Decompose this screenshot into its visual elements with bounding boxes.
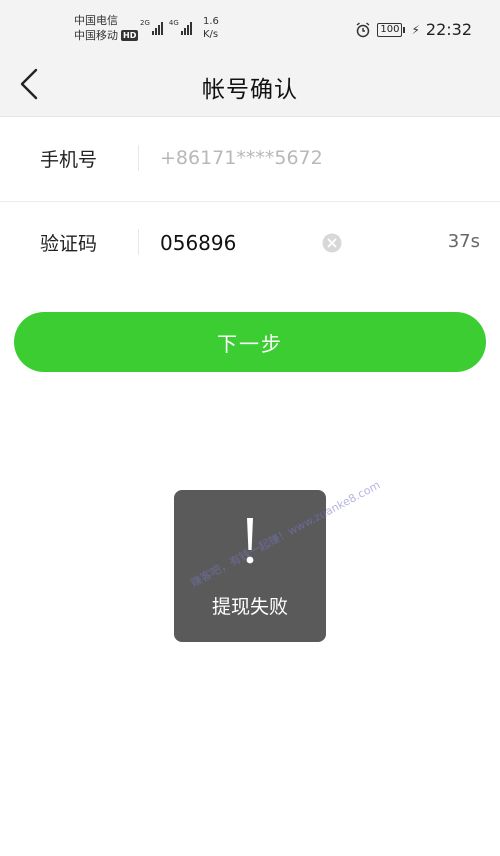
speed-value: 1.6	[203, 16, 219, 27]
carrier-info: 中国电信 中国移动 HD	[74, 13, 139, 43]
speed-unit: K/s	[203, 29, 219, 40]
status-bar: 中国电信 中国移动 HD 2G 4G 1.6 K/s 100 ⚡ 22:32	[0, 0, 500, 54]
hd-badge: HD	[121, 30, 139, 41]
charging-icon: ⚡	[411, 22, 420, 37]
network-speed: 1.6 K/s	[203, 15, 219, 41]
watermark-text: 赚客吧，有钱一起赚！www.zuanke8.com	[188, 478, 383, 590]
exclamation-icon	[246, 518, 254, 564]
resend-countdown: 37s	[447, 231, 480, 252]
signal-indicators: 2G 4G	[140, 19, 192, 35]
error-toast: 赚客吧，有钱一起赚！www.zuanke8.com 提现失败	[174, 478, 382, 642]
phone-label: 手机号	[40, 149, 98, 171]
alarm-icon	[356, 21, 370, 37]
code-label: 验证码	[40, 233, 98, 255]
nav-header: 帐号确认	[0, 54, 500, 117]
clear-circle-icon[interactable]	[322, 233, 342, 253]
battery-level: 100	[377, 22, 403, 37]
next-step-button[interactable]: 下一步	[14, 312, 486, 372]
signal-icon: 2G	[140, 19, 163, 35]
network-1-label: 2G	[140, 19, 150, 27]
toast-message: 提现失败	[211, 596, 288, 618]
status-right-group: 100 ⚡ 22:32	[355, 20, 472, 39]
row-divider	[138, 229, 139, 255]
phone-row: 手机号 +86171****5672	[0, 117, 500, 202]
carrier-2-label: 中国移动	[74, 29, 118, 42]
row-divider	[138, 145, 139, 171]
status-time: 22:32	[425, 20, 472, 39]
carrier-1-label: 中国电信	[74, 14, 118, 27]
signal-icon: 4G	[169, 19, 192, 35]
network-2-label: 4G	[168, 19, 179, 27]
phone-number-value: +86171****5672	[160, 147, 323, 169]
battery-icon: 100	[377, 22, 406, 37]
verification-code-input[interactable]	[160, 229, 310, 257]
page-title: 帐号确认	[202, 77, 298, 103]
verification-code-row: 验证码 37s	[0, 201, 500, 285]
account-confirm-screen: 中国电信 中国移动 HD 2G 4G 1.6 K/s 100 ⚡ 22:32 帐…	[0, 0, 500, 856]
